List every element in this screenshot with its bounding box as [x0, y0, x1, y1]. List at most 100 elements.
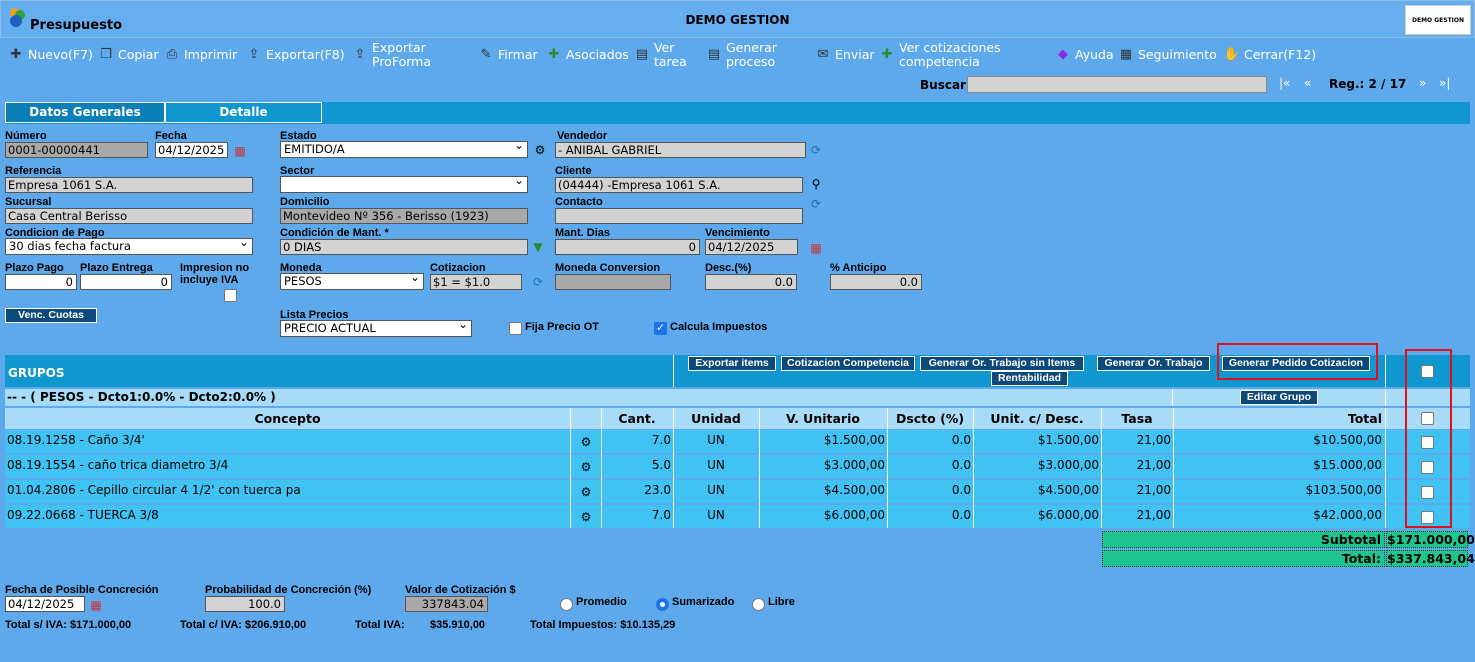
brand-logo: DEMO GESTION: [1405, 5, 1471, 35]
row-unidad: UN: [707, 458, 725, 472]
print-button[interactable]: ⎙ Imprimir: [164, 38, 237, 72]
vendedor-refresh-icon[interactable]: ⟳: [808, 142, 824, 158]
vendedor-field[interactable]: - ANIBAL GABRIEL: [555, 142, 806, 158]
valor-cotizacion-label: Valor de Cotización $: [405, 584, 516, 596]
cotizacion-competencia-button[interactable]: Cotizacion Competencia: [781, 356, 915, 371]
row-unit-desc: $6.000,00: [1037, 508, 1099, 522]
exportar-items-button[interactable]: Exportar items: [688, 356, 776, 371]
sector-select[interactable]: [280, 173, 528, 193]
tracking-button[interactable]: ▦ Seguimiento: [1118, 38, 1217, 72]
view-task-button[interactable]: ▤ Ver tarea: [634, 38, 694, 72]
view-competitor-quotes-button[interactable]: ✚ Ver cotizaciones competencia: [879, 38, 1019, 72]
plazo-entrega-field[interactable]: 0: [80, 274, 172, 290]
row-dscto: 0.0: [951, 483, 971, 497]
cotizacion-field[interactable]: $1 = $1.0: [430, 274, 522, 290]
divider: [1385, 355, 1386, 387]
export-proforma-button[interactable]: ⇪ Exportar ProForma: [352, 38, 442, 72]
valor-cotizacion-field[interactable]: 337843.04: [405, 596, 488, 612]
moneda-conversion-field[interactable]: [555, 274, 671, 290]
generar-ot-sin-items-button[interactable]: Generar Or. Trabajo sin Items: [920, 356, 1084, 371]
close-button[interactable]: ✋ Cerrar(F12): [1224, 38, 1316, 72]
sucursal-field[interactable]: Casa Central Berisso: [5, 208, 253, 224]
sign-button[interactable]: ✎ Firmar: [478, 38, 538, 72]
row-detail-icon[interactable]: ⚙: [578, 459, 594, 475]
divider: [1385, 408, 1386, 528]
generar-ot-button[interactable]: Generar Or. Trabajo: [1097, 356, 1210, 371]
tracking-icon: ▦: [1119, 47, 1133, 62]
calendar-icon[interactable]: ▦: [232, 143, 248, 159]
numero-field[interactable]: 0001-00000441: [5, 142, 148, 158]
fija-precio-checkbox[interactable]: [509, 322, 522, 335]
estado-history-icon[interactable]: ⚙: [532, 142, 548, 158]
cliente-search-icon[interactable]: ⚲: [808, 176, 824, 192]
new-button[interactable]: ✚ Nuevo(F7): [8, 38, 93, 72]
contacto-label: Contacto: [555, 196, 603, 208]
next-record-button[interactable]: »: [1419, 76, 1426, 90]
lista-precios-select[interactable]: PRECIO ACTUAL: [280, 317, 472, 337]
fecha-field[interactable]: 04/12/2025: [155, 142, 228, 158]
plazo-pago-field[interactable]: 0: [5, 274, 77, 290]
prev-record-button[interactable]: «: [1304, 76, 1311, 90]
first-record-button[interactable]: |«: [1279, 76, 1290, 90]
divider: [673, 355, 674, 387]
generate-process-button[interactable]: ▤ Generar proceso: [706, 38, 796, 72]
moneda-select[interactable]: PESOS: [280, 270, 424, 290]
fecha-concrecion-field[interactable]: 04/12/2025: [5, 596, 85, 612]
help-button[interactable]: ◆ Ayuda: [1055, 38, 1114, 72]
send-button[interactable]: ✉ Enviar: [815, 38, 875, 72]
copy-icon: ❐: [100, 47, 112, 62]
copy-button[interactable]: ❐ Copiar: [98, 38, 158, 72]
highlight-box: [1405, 349, 1452, 528]
vencimiento-calendar-icon[interactable]: ▦: [808, 240, 824, 256]
estado-select[interactable]: EMITIDO/A: [280, 138, 528, 158]
row-unidad: UN: [707, 508, 725, 522]
vencimiento-field[interactable]: 04/12/2025: [705, 239, 798, 255]
filter-icon[interactable]: ▼: [530, 239, 546, 255]
send-icon: ✉: [817, 47, 829, 62]
referencia-field[interactable]: Empresa 1061 S.A.: [5, 177, 253, 193]
probabilidad-label: Probabilidad de Concreción (%): [205, 584, 372, 596]
editar-grupo-button[interactable]: Editar Grupo: [1240, 390, 1318, 405]
tab-datos-generales[interactable]: Datos Generales: [5, 102, 165, 123]
help-icon: ◆: [1058, 47, 1068, 62]
col-unitario: V. Unitario: [786, 411, 860, 426]
condicion-pago-select[interactable]: 30 dias fecha factura: [5, 235, 253, 255]
cotizacion-refresh-icon[interactable]: ⟳: [530, 274, 546, 290]
condicion-mant-field[interactable]: 0 DIAS: [280, 239, 528, 255]
export-button[interactable]: ⇪ Exportar(F8): [246, 38, 345, 72]
rentabilidad-button[interactable]: Rentabilidad: [991, 371, 1068, 386]
search-input[interactable]: [967, 76, 1267, 93]
row-detail-icon[interactable]: ⚙: [578, 509, 594, 525]
mant-dias-field[interactable]: 0: [555, 239, 700, 255]
sumarizado-radio[interactable]: [656, 598, 669, 611]
probabilidad-field[interactable]: 100.0: [205, 596, 285, 612]
row-unidad: UN: [707, 483, 725, 497]
associates-button[interactable]: ✚ Asociados: [546, 38, 629, 72]
tab-detalle[interactable]: Detalle: [165, 102, 322, 123]
associates-icon: ✚: [548, 47, 560, 62]
row-unit-desc: $1.500,00: [1037, 433, 1099, 447]
promedio-radio[interactable]: [560, 598, 573, 611]
row-unitario: $1.500,00: [823, 433, 885, 447]
domicilio-field[interactable]: Montevideo Nº 356 - Berisso (1923): [280, 208, 528, 224]
total-iva-label: Total IVA:: [355, 619, 405, 631]
row-total: $42.000,00: [1313, 508, 1382, 522]
contacto-field[interactable]: [555, 208, 803, 224]
divider: [570, 408, 571, 528]
row-detail-icon[interactable]: ⚙: [578, 434, 594, 450]
fecha-concrecion-calendar-icon[interactable]: ▦: [88, 597, 104, 613]
libre-radio[interactable]: [752, 598, 765, 611]
quotes-icon: ✚: [881, 47, 893, 62]
last-record-button[interactable]: »|: [1439, 76, 1450, 90]
cliente-field[interactable]: (04444) -Empresa 1061 S.A.: [555, 177, 803, 193]
impresion-iva-checkbox[interactable]: [224, 289, 237, 302]
venc-cuotas-button[interactable]: Venc. Cuotas: [5, 308, 97, 323]
new-icon: ✚: [10, 47, 22, 62]
contacto-refresh-icon[interactable]: ⟳: [808, 196, 824, 212]
row-detail-icon[interactable]: ⚙: [578, 484, 594, 500]
descuento-field[interactable]: 0.0: [705, 274, 797, 290]
calcula-impuestos-checkbox[interactable]: [654, 321, 667, 335]
anticipo-field[interactable]: 0.0: [830, 274, 922, 290]
divider: [1172, 389, 1173, 406]
row-tasa: 21,00: [1136, 508, 1171, 522]
